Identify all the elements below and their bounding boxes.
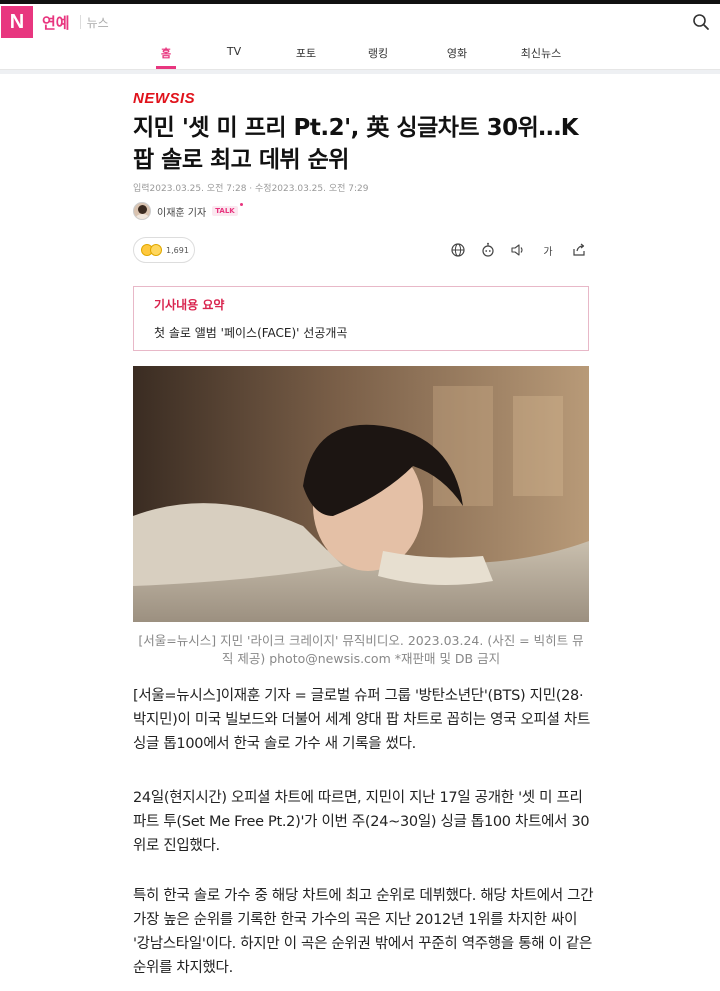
audio-bot-icon[interactable] <box>480 242 496 258</box>
article-paragraph: 24일(현지시간) 오피셜 차트에 따르면, 지민이 지난 17일 공개한 '셋… <box>133 790 590 854</box>
nav-shadow <box>0 70 720 74</box>
reaction-count: 1,691 <box>166 245 189 255</box>
article-paragraph: [서울=뉴시스]이재훈 기자 = 글로벌 슈퍼 그룹 '방탄소년단'(BTS) … <box>133 688 590 752</box>
tab-home[interactable]: 홈 <box>161 45 171 61</box>
new-dot <box>239 203 243 206</box>
globe-icon[interactable] <box>450 242 466 258</box>
share-icon[interactable] <box>571 242 587 258</box>
reporter-info[interactable]: 이재훈 기자 TALK <box>133 202 243 220</box>
article-summary-box: 기사내용 요약 첫 솔로 앨범 '페이스(FACE)' 선공개곡 <box>133 286 589 351</box>
tab-movie[interactable]: 영화 <box>447 45 467 61</box>
photo-caption: [서울=뉴시스] 지민 '라이크 크레이지' 뮤직비디오. 2023.03.24… <box>138 633 584 666</box>
article-photo[interactable] <box>133 366 589 622</box>
search-icon[interactable] <box>692 13 710 31</box>
reporter-avatar[interactable] <box>133 202 151 220</box>
article-dates: 입력2023.03.25. 오전 7:28 · 수정2023.03.25. 오전… <box>133 184 369 194</box>
divider <box>79 15 81 29</box>
talk-badge[interactable]: TALK <box>212 203 243 216</box>
summary-title: 기사내용 요약 <box>154 298 225 312</box>
article-headline: 지민 '셋 미 프리 Pt.2', 英 싱글차트 30위…K팝 솔로 최고 데뷔… <box>133 115 579 173</box>
tab-photo[interactable]: 포토 <box>296 45 316 61</box>
press-logo[interactable]: NEWSIS <box>133 90 195 107</box>
tab-tv[interactable]: TV <box>227 45 241 58</box>
category-tabs: 홈 TV 포토 랭킹 영화 최신뉴스 <box>0 40 720 70</box>
top-bar: N 연예 뉴스 <box>0 4 720 40</box>
section-title[interactable]: 연예 <box>42 12 70 33</box>
font-size-label: 가 <box>543 246 553 258</box>
surprise-emoji-icon <box>150 244 162 256</box>
tab-latest-news[interactable]: 최신뉴스 <box>521 45 561 61</box>
reaction-button[interactable]: 1,691 <box>133 237 195 263</box>
talk-label: TALK <box>215 207 235 215</box>
reporter-name[interactable]: 이재훈 기자 <box>157 204 206 219</box>
naver-logo[interactable]: N <box>1 6 33 38</box>
article-paragraph: 특히 한국 솔로 가수 중 해당 차트에 최고 순위로 데뷔했다. 해당 차트에… <box>133 888 594 976</box>
font-size-icon[interactable]: 가 <box>540 242 556 258</box>
speaker-icon[interactable] <box>510 242 526 258</box>
tab-ranking[interactable]: 랭킹 <box>368 45 388 61</box>
sub-section-title[interactable]: 뉴스 <box>87 14 109 31</box>
summary-text: 첫 솔로 앨범 '페이스(FACE)' 선공개곡 <box>154 326 348 340</box>
active-tab-indicator <box>156 66 176 69</box>
